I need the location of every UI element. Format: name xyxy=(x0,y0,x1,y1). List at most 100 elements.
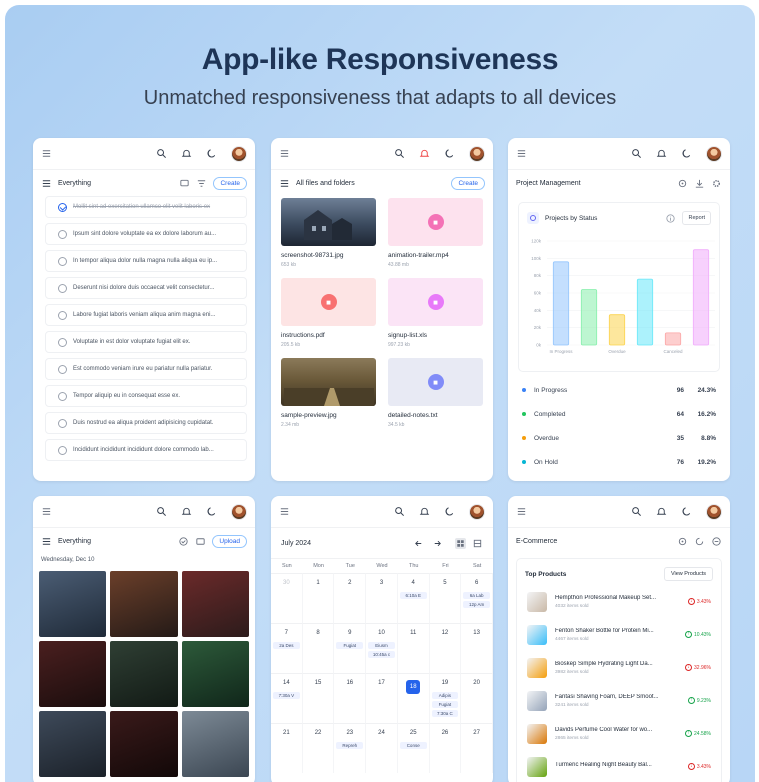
avatar[interactable] xyxy=(469,145,485,162)
calendar-day[interactable]: 22 xyxy=(302,723,335,773)
search-icon[interactable] xyxy=(394,506,405,517)
search-icon[interactable] xyxy=(631,148,642,159)
filter-icon[interactable] xyxy=(196,178,207,189)
photo-figure[interactable] xyxy=(110,571,178,637)
calendar-day[interactable]: 23 Repreh xyxy=(334,723,367,773)
calendar-day[interactable]: 10 Eiusm 10:45a c xyxy=(366,623,398,673)
list-view-icon[interactable] xyxy=(472,538,483,549)
task-item[interactable]: Incididunt incididunt incididunt dolore … xyxy=(45,439,247,461)
product-row[interactable]: Turmeric Healing Night Beauty Bal... ↓ 3.4… xyxy=(517,750,721,782)
menu-icon[interactable] xyxy=(516,506,527,517)
moon-icon[interactable] xyxy=(206,148,217,159)
arrow-left-icon[interactable] xyxy=(413,538,424,549)
photo-dashboard[interactable] xyxy=(110,711,178,777)
calendar-day[interactable]: 15 xyxy=(302,673,335,723)
calendar-day[interactable]: 4 6:10a E xyxy=(397,573,430,623)
task-item[interactable]: Ipsum sint dolore voluptate ea ex dolore… xyxy=(45,223,247,245)
list-menu-icon[interactable] xyxy=(41,178,52,189)
create-button[interactable]: Create xyxy=(213,176,247,190)
avatar[interactable] xyxy=(231,503,247,520)
calendar-event[interactable]: 7:30a V xyxy=(273,692,300,699)
calendar-event[interactable]: Fugiat xyxy=(336,642,364,649)
task-item[interactable]: Voluptate in est dolor voluptate fugiat … xyxy=(45,331,247,353)
avatar[interactable] xyxy=(231,145,247,162)
menu-icon[interactable] xyxy=(41,506,52,517)
bell-icon[interactable] xyxy=(656,148,667,159)
menu-icon[interactable] xyxy=(279,148,290,159)
search-icon[interactable] xyxy=(156,506,167,517)
menu-icon[interactable] xyxy=(41,148,52,159)
refresh-icon[interactable] xyxy=(694,536,705,547)
file-item[interactable]: screenshot-98731.jpg 653 kb xyxy=(281,198,376,268)
calendar-day[interactable]: 24 xyxy=(366,723,398,773)
more-icon[interactable] xyxy=(711,536,722,547)
calendar-event[interactable]: 2a Des xyxy=(273,642,300,649)
avatar[interactable] xyxy=(706,145,722,162)
calendar-event[interactable]: Fugiat xyxy=(431,701,459,708)
file-item[interactable]: sample-preview.jpg 2.34 mb xyxy=(281,358,376,428)
calendar-day[interactable]: 30 xyxy=(271,573,303,623)
calendar-day[interactable]: 21 xyxy=(271,723,303,773)
moon-icon[interactable] xyxy=(681,506,692,517)
calendar-event[interactable]: 6a Lab xyxy=(463,592,490,599)
file-item[interactable]: ■ detailed-notes.txt 34.5 kb xyxy=(388,358,483,428)
calendar-day[interactable]: 5 xyxy=(429,573,462,623)
moon-icon[interactable] xyxy=(206,506,217,517)
list-menu-icon[interactable] xyxy=(41,536,52,547)
calendar-day[interactable]: 11 xyxy=(397,623,430,673)
calendar-day[interactable]: 26 xyxy=(429,723,462,773)
avatar[interactable] xyxy=(706,503,722,520)
bell-icon[interactable] xyxy=(419,506,430,517)
check-circle-icon[interactable] xyxy=(178,536,189,547)
grid-view-icon[interactable] xyxy=(455,537,466,549)
photo-green-forest[interactable] xyxy=(181,641,249,707)
task-checkbox[interactable] xyxy=(58,256,67,266)
photo-red-light[interactable] xyxy=(39,641,107,707)
bell-icon[interactable] xyxy=(656,506,667,517)
bar-in-progress[interactable] xyxy=(552,261,570,346)
calendar-day[interactable]: 12 xyxy=(429,623,462,673)
list-menu-icon[interactable] xyxy=(279,178,290,189)
menu-icon[interactable] xyxy=(279,506,290,517)
task-checkbox[interactable] xyxy=(58,445,67,455)
calendar-day[interactable]: 2 xyxy=(334,573,367,623)
task-item[interactable]: Est commodo veniam irure eu pariatur nul… xyxy=(45,358,247,380)
moon-icon[interactable] xyxy=(444,506,455,517)
task-checkbox[interactable] xyxy=(58,310,67,320)
photo-interior[interactable] xyxy=(181,571,249,637)
calendar-event[interactable]: Adipis xyxy=(431,692,459,699)
calendar-day[interactable]: 14 7:30a V xyxy=(271,673,303,723)
photo-forest-figure[interactable] xyxy=(110,641,178,707)
moon-icon[interactable] xyxy=(681,148,692,159)
search-icon[interactable] xyxy=(394,148,405,159)
report-button[interactable]: Report xyxy=(682,211,711,225)
create-button[interactable]: Create xyxy=(451,176,485,190)
bar-overdue[interactable] xyxy=(608,314,626,346)
calendar-day[interactable]: 17 xyxy=(366,673,398,723)
calendar-day[interactable]: 27 xyxy=(461,723,493,773)
bell-icon[interactable] xyxy=(181,148,192,159)
calendar-event[interactable]: Conse xyxy=(399,742,427,749)
bell-icon[interactable] xyxy=(181,506,192,517)
upload-button[interactable]: Upload xyxy=(212,534,247,548)
product-row[interactable]: Fantasi Shaving Foam, DEEP Smoot... 3241 … xyxy=(517,684,721,717)
search-icon[interactable] xyxy=(631,506,642,517)
calendar-day[interactable]: 7 2a Des xyxy=(271,623,303,673)
photo-castle[interactable] xyxy=(181,711,249,777)
calendar-event[interactable]: 12p Am xyxy=(463,601,490,608)
photo-house[interactable] xyxy=(39,571,107,637)
avatar[interactable] xyxy=(469,503,485,520)
task-item[interactable]: Duis nostrud ea aliqua proident adipisic… xyxy=(45,412,247,434)
product-row[interactable]: Davids Perfume Cool Water for wo... 2865 … xyxy=(517,717,721,750)
bell-icon[interactable] xyxy=(419,148,430,159)
photo-stairs[interactable] xyxy=(39,711,107,777)
arrow-right-icon[interactable] xyxy=(432,538,443,549)
calendar-day[interactable]: 16 xyxy=(334,673,367,723)
task-checkbox[interactable] xyxy=(58,337,67,347)
calendar-event[interactable]: 6:10a E xyxy=(399,592,427,599)
moon-icon[interactable] xyxy=(444,148,455,159)
calendar-event[interactable]: Eiusm xyxy=(368,642,395,649)
calendar-day[interactable]: 8 xyxy=(302,623,335,673)
file-item[interactable]: ■ instructions.pdf 205.5 kb xyxy=(281,278,376,348)
bar-other[interactable] xyxy=(692,249,710,346)
